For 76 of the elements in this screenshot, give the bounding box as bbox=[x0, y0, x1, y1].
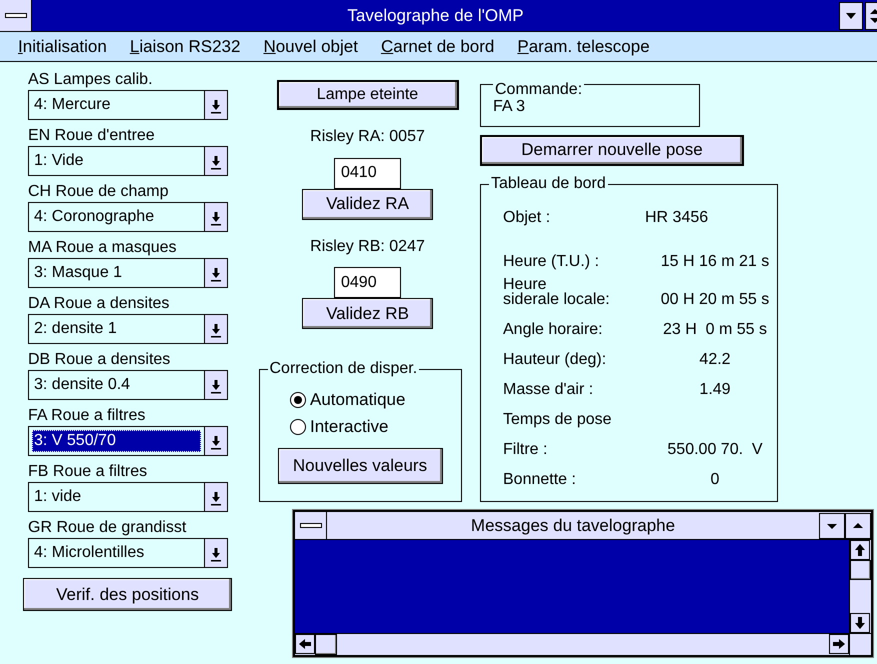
dropdown-arrow-icon[interactable] bbox=[204, 259, 227, 287]
dropdown[interactable]: 4: Microlentilles bbox=[28, 538, 228, 568]
selector-label: MA Roue a masques bbox=[28, 238, 177, 257]
field-label: Hauteur (deg): bbox=[503, 350, 608, 367]
dropdown[interactable]: 1: Vide bbox=[28, 146, 228, 176]
field-label: Filtre : bbox=[503, 440, 548, 457]
radio-button[interactable] bbox=[290, 392, 306, 408]
horizontal-scrollbar[interactable] bbox=[295, 634, 849, 655]
dropdown-arrow-icon[interactable] bbox=[204, 315, 227, 343]
menu-item[interactable]: Liaison RS232 bbox=[130, 36, 240, 56]
command-value: FA 3 bbox=[493, 98, 526, 116]
dropdown-arrow-icon[interactable] bbox=[204, 91, 227, 119]
field-value: 0 bbox=[710, 472, 720, 487]
dropdown-arrow-icon[interactable] bbox=[204, 427, 227, 455]
minimize-icon[interactable] bbox=[819, 512, 845, 538]
risley-reading: Risley RA: 0057 bbox=[310, 128, 425, 148]
selector-label: CH Roue de champ bbox=[28, 182, 169, 201]
lamp-button[interactable]: Lampe eteinte bbox=[276, 80, 458, 110]
risley-reading: Risley RB: 0247 bbox=[310, 238, 425, 257]
dropdown-arrow-icon[interactable] bbox=[204, 371, 227, 399]
menu-item[interactable]: Nouvel objet bbox=[263, 36, 358, 56]
window-title: Messages du tavelographe bbox=[470, 516, 676, 536]
field-label: Heure (T.U.) : bbox=[503, 252, 600, 269]
selector-label: DA Roue a densites bbox=[28, 294, 170, 313]
field-label: Angle horaire: bbox=[503, 320, 604, 337]
group-title: Correction de disper. bbox=[268, 360, 420, 378]
dropdown[interactable]: 3: V 550/70 bbox=[28, 426, 228, 456]
dropdown-arrow-icon[interactable] bbox=[204, 147, 227, 175]
minimize-icon[interactable] bbox=[839, 2, 863, 30]
value-field[interactable]: 0490 bbox=[334, 267, 401, 298]
value-field[interactable]: 0410 bbox=[334, 158, 401, 189]
validate-button[interactable]: Validez RA bbox=[302, 188, 433, 220]
dropdown[interactable]: 4: Mercure bbox=[28, 90, 228, 120]
selector-label: DB Roue a densites bbox=[28, 350, 170, 369]
field-label: Bonnette : bbox=[503, 470, 577, 487]
selector-label: AS Lampes calib. bbox=[28, 70, 153, 89]
radio-button[interactable] bbox=[290, 418, 306, 435]
vertical-scrollbar[interactable] bbox=[849, 540, 871, 633]
start-exposure-button[interactable]: Demarrer nouvelle pose bbox=[480, 135, 744, 166]
system-menu-icon[interactable] bbox=[0, 0, 32, 31]
verify-button[interactable]: Verif. des positions bbox=[23, 578, 232, 611]
scroll-thumb[interactable] bbox=[315, 634, 337, 655]
radio-option[interactable]: Interactive bbox=[290, 413, 430, 440]
field-value: HR 3456 bbox=[645, 210, 710, 225]
selector-label: FA Roue a filtres bbox=[28, 406, 146, 425]
dropdown[interactable]: 2: densite 1 bbox=[28, 314, 228, 344]
dropdown-arrow-icon[interactable] bbox=[204, 483, 227, 511]
dropdown-arrow-icon[interactable] bbox=[204, 203, 227, 231]
field-label: Masse d'air : bbox=[503, 380, 594, 397]
menu-item[interactable]: Initialisation bbox=[18, 36, 107, 56]
window-title: Tavelographe de l'OMP bbox=[346, 6, 525, 26]
dropdown[interactable]: 3: Masque 1 bbox=[28, 258, 228, 288]
field-value: 00 H 20 m 55 s bbox=[660, 292, 770, 307]
selector-label: FB Roue a filtres bbox=[28, 462, 148, 481]
radio-option[interactable]: Automatique bbox=[290, 386, 430, 414]
field-value: 42.2 bbox=[698, 352, 732, 367]
selector-label: EN Roue d'entree bbox=[28, 126, 155, 145]
field-label: Heure siderale locale: bbox=[503, 276, 611, 307]
new-values-button[interactable]: Nouvelles valeurs bbox=[278, 448, 442, 484]
menu-item[interactable]: Param. telescope bbox=[517, 36, 650, 56]
scroll-thumb[interactable] bbox=[850, 560, 871, 580]
selector-label: GR Roue de grandisst bbox=[28, 518, 186, 537]
restore-icon[interactable] bbox=[865, 2, 877, 30]
field-value: 23 H 0 m 55 s bbox=[662, 322, 768, 337]
field-value: 1.49 bbox=[698, 382, 732, 397]
dropdown[interactable]: 4: Coronographe bbox=[28, 202, 228, 232]
maximize-icon[interactable] bbox=[845, 512, 871, 538]
field-label: Objet : bbox=[503, 208, 552, 225]
dropdown[interactable]: 1: vide bbox=[28, 482, 228, 512]
menu-item[interactable]: Carnet de bord bbox=[380, 36, 494, 56]
field-value: 15 H 16 m 21 s bbox=[660, 254, 770, 269]
field-label: Temps de pose bbox=[503, 410, 613, 427]
validate-button[interactable]: Validez RB bbox=[302, 298, 433, 330]
field-value: 550.00 70. V bbox=[666, 442, 764, 457]
dropdown-arrow-icon[interactable] bbox=[204, 539, 227, 567]
dropdown[interactable]: 3: densite 0.4 bbox=[28, 370, 228, 400]
